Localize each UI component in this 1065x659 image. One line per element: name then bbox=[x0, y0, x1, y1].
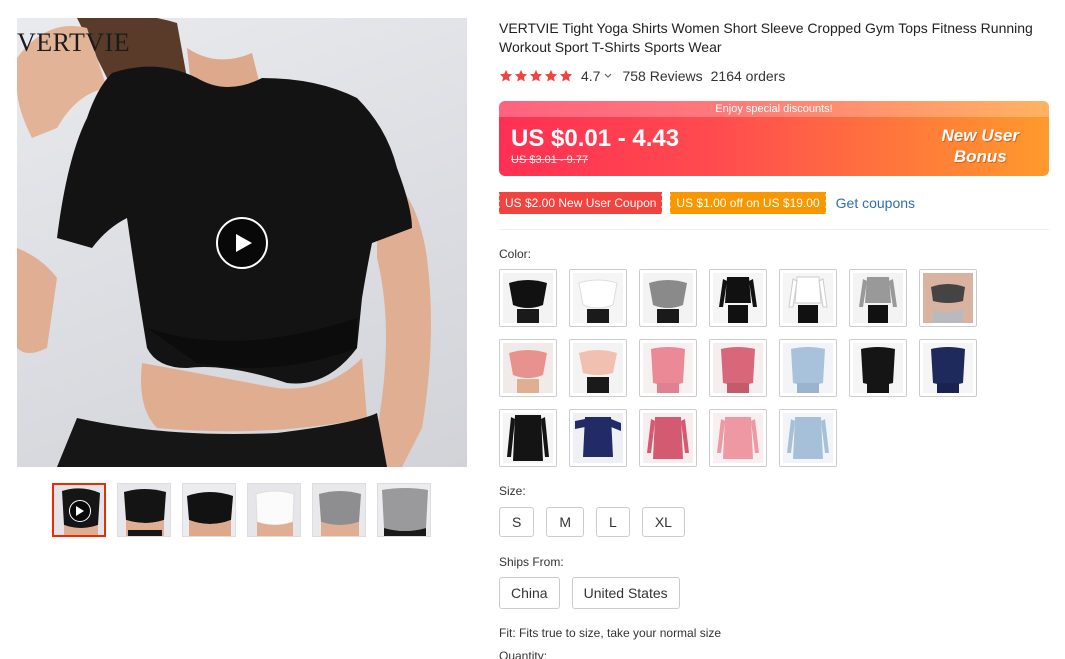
star-icon bbox=[544, 69, 558, 82]
color-swatch-nude-crop[interactable] bbox=[569, 339, 627, 397]
badge-line-2: Bonus bbox=[953, 147, 1007, 166]
coupon-row: US $2.00 New User Coupon US $1.00 off on… bbox=[497, 192, 915, 214]
thumbnail-image[interactable] bbox=[182, 483, 236, 537]
star-rating bbox=[499, 69, 573, 83]
color-swatch-black-mesh-tee[interactable] bbox=[849, 339, 907, 397]
color-swatches bbox=[499, 269, 989, 467]
store-coupon[interactable]: US $1.00 off on US $19.00 bbox=[669, 192, 826, 214]
color-swatch-grey-long[interactable] bbox=[849, 269, 907, 327]
color-swatch-rose-tee[interactable] bbox=[709, 339, 767, 397]
star-icon bbox=[529, 69, 543, 82]
color-swatch-light-blue-tee[interactable] bbox=[779, 339, 837, 397]
star-icon bbox=[499, 69, 513, 82]
color-swatch-navy-long[interactable] bbox=[569, 409, 627, 467]
star-icon bbox=[514, 69, 528, 82]
ships-from-options: China United States bbox=[499, 577, 680, 609]
play-icon bbox=[236, 234, 252, 252]
size-option-m[interactable]: M bbox=[546, 507, 585, 537]
color-swatch-rose-long[interactable] bbox=[639, 409, 697, 467]
color-swatch-pink-tee[interactable] bbox=[639, 339, 697, 397]
size-option-l[interactable]: L bbox=[596, 507, 630, 537]
thumbnail-image[interactable] bbox=[377, 483, 431, 537]
original-price: US $3.01 - 9.77 bbox=[511, 154, 589, 166]
color-swatch-sports-bra[interactable] bbox=[919, 269, 977, 327]
quantity-label: Quantity: bbox=[499, 649, 548, 659]
color-swatch-pink-crop[interactable] bbox=[499, 339, 557, 397]
color-swatch-grey-crop[interactable] bbox=[639, 269, 697, 327]
size-options: S M L XL bbox=[499, 507, 685, 537]
get-coupons-link[interactable]: Get coupons bbox=[836, 195, 915, 211]
color-swatch-white-long[interactable] bbox=[779, 269, 837, 327]
product-title: VERTVIE Tight Yoga Shirts Women Short Sl… bbox=[499, 20, 1033, 55]
rating-value[interactable]: 4.7 bbox=[581, 68, 600, 84]
play-video-button[interactable] bbox=[216, 217, 268, 269]
thumbnail-image[interactable] bbox=[117, 483, 171, 537]
new-user-coupon[interactable]: US $2.00 New User Coupon bbox=[497, 192, 663, 214]
color-swatch-light-blue-long[interactable] bbox=[779, 409, 837, 467]
badge-line-1: New User bbox=[941, 126, 1019, 145]
star-icon bbox=[559, 69, 573, 82]
thumbnail-strip bbox=[52, 483, 431, 537]
ships-from-china[interactable]: China bbox=[499, 577, 560, 609]
ships-from-united-states[interactable]: United States bbox=[571, 577, 680, 609]
brand-watermark: VERTVIE bbox=[17, 28, 131, 57]
main-product-image[interactable]: VERTVIE bbox=[17, 18, 467, 467]
size-option-xl[interactable]: XL bbox=[641, 507, 685, 537]
thumbnail-image[interactable] bbox=[312, 483, 366, 537]
color-swatch-black-crop[interactable] bbox=[499, 269, 557, 327]
fit-note: Fit: Fits true to size, take your normal… bbox=[499, 626, 722, 640]
promo-banner-text: Enjoy special discounts! bbox=[499, 101, 1049, 117]
orders-count: 2164 orders bbox=[710, 68, 786, 84]
price-promo-banner: Enjoy special discounts! US $0.01 - 4.43… bbox=[499, 101, 1049, 176]
section-divider bbox=[499, 229, 1049, 230]
play-icon bbox=[69, 500, 91, 522]
ships-from-label: Ships From: bbox=[499, 555, 564, 569]
chevron-down-icon[interactable] bbox=[604, 73, 612, 79]
size-label: Size: bbox=[499, 484, 526, 498]
thumbnail-image[interactable] bbox=[247, 483, 301, 537]
color-label: Color: bbox=[499, 247, 532, 261]
new-user-bonus-badge: New User Bonus bbox=[942, 125, 1019, 167]
color-swatch-pink-long[interactable] bbox=[709, 409, 767, 467]
color-swatch-navy-tee[interactable] bbox=[919, 339, 977, 397]
color-swatch-black-long[interactable] bbox=[709, 269, 767, 327]
reviews-link[interactable]: 758 Reviews bbox=[622, 68, 702, 84]
rating-row: 4.7 758 Reviews 2164 orders bbox=[499, 68, 785, 84]
size-option-s[interactable]: S bbox=[499, 507, 535, 537]
current-price: US $0.01 - 4.43 bbox=[511, 125, 680, 152]
color-swatch-white-crop[interactable] bbox=[569, 269, 627, 327]
color-swatch-black-long-back[interactable] bbox=[499, 409, 557, 467]
thumbnail-video[interactable] bbox=[52, 483, 106, 537]
